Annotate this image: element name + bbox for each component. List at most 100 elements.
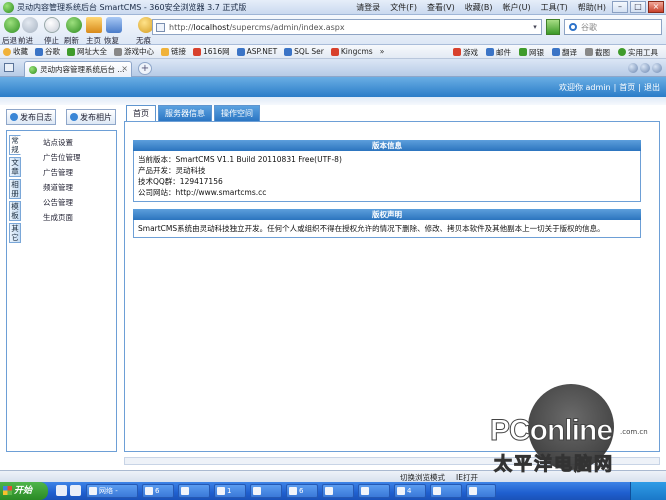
menu-site-settings[interactable]: 站点设置 (43, 135, 81, 150)
task-button-network[interactable]: 网络 - (86, 484, 138, 498)
vtab-articles[interactable]: 文章 (9, 157, 21, 177)
sidebar-toggle-icon[interactable] (4, 63, 14, 72)
menu-favorites[interactable]: 收藏(B) (465, 2, 493, 13)
menu-tools[interactable]: 工具(T) (541, 2, 568, 13)
tool-game[interactable]: 游戏 (453, 47, 478, 58)
address-bar[interactable]: http://localhost/supercms/admin/index.as… (152, 19, 542, 35)
content-tabs: 首页 服务器信息 操作空间 (126, 105, 262, 121)
quick-launch-desktop-icon[interactable] (56, 485, 67, 496)
horizontal-scrollbar[interactable] (124, 457, 660, 465)
fav-links[interactable]: 链接 (161, 46, 186, 57)
menu-channels[interactable]: 频道管理 (43, 180, 81, 195)
tab-menu-icon[interactable] (652, 63, 662, 73)
tab-close-icon[interactable]: × (121, 64, 128, 73)
fav-kingcms[interactable]: Kingcms (330, 47, 373, 56)
menu-help[interactable]: 帮助(H) (578, 2, 606, 13)
admin-header: 欢迎你 admin | 首页 | 退出 (0, 77, 666, 97)
copyright-title: 版权声明 (133, 209, 641, 220)
menu-view[interactable]: 查看(V) (427, 2, 455, 13)
fav-sqlserver[interactable]: SQL Ser (284, 47, 324, 56)
publish-log-button[interactable]: 发布日志 (6, 109, 56, 125)
fav-aspnet[interactable]: ASP.NET (236, 47, 277, 56)
maximize-button[interactable]: □ (630, 1, 646, 13)
tab-server-info[interactable]: 服务器信息 (158, 105, 212, 121)
back-button[interactable] (4, 17, 20, 33)
search-input[interactable]: 谷歌 (581, 22, 597, 33)
google-icon (35, 47, 43, 56)
fav-google[interactable]: 谷歌 (35, 46, 60, 57)
windows-taskbar: 开始 网络 - 6 1 6 4 (0, 482, 666, 500)
system-tray (630, 482, 666, 500)
task-button[interactable] (250, 484, 282, 498)
menu-ads[interactable]: 广告管理 (43, 165, 81, 180)
menu-ad-slots[interactable]: 广告位管理 (43, 150, 81, 165)
tool-utilities[interactable]: 实用工具 (618, 47, 658, 58)
tool-mail[interactable]: 邮件 (486, 47, 511, 58)
login-link[interactable]: 请登录 (356, 2, 380, 13)
tab-prev-icon[interactable] (628, 63, 638, 73)
stop-button[interactable] (44, 17, 60, 33)
home-link[interactable]: 首页 (619, 83, 635, 92)
address-dropdown-icon[interactable]: ▾ (530, 21, 540, 33)
tool-translate[interactable]: 翻译 (552, 47, 577, 58)
menu-account[interactable]: 帐户(U) (502, 2, 530, 13)
vtab-albums[interactable]: 相册 (9, 179, 21, 199)
task-button[interactable] (178, 484, 210, 498)
game-icon (453, 48, 461, 56)
photo-icon (70, 113, 78, 121)
tab-workspace[interactable]: 操作空间 (214, 105, 260, 121)
page-icon (156, 22, 165, 32)
logout-link[interactable]: 退出 (644, 83, 660, 92)
fav-games[interactable]: 游戏中心 (114, 46, 154, 57)
version-row: 当前版本：SmartCMS V1.1 Build 20110831 Free(U… (138, 155, 342, 164)
close-window-button[interactable]: × (648, 1, 664, 13)
fav-more[interactable]: » (380, 47, 385, 56)
version-info-section: 版本信息 当前版本：SmartCMS V1.1 Build 20110831 F… (133, 140, 641, 202)
sites-icon (67, 47, 75, 56)
fav-sites[interactable]: 网址大全 (67, 46, 107, 57)
publish-album-button[interactable]: 发布相片 (66, 109, 116, 125)
task-button[interactable]: 1 (214, 484, 246, 498)
tab-home[interactable]: 首页 (126, 105, 156, 121)
quick-launch-ie-icon[interactable] (70, 485, 81, 496)
refresh-button[interactable] (66, 17, 82, 33)
task-button[interactable] (358, 484, 390, 498)
translate-icon (552, 48, 560, 56)
search-box[interactable]: 谷歌 (564, 19, 662, 35)
task-button[interactable]: 6 (142, 484, 174, 498)
mail-icon (486, 48, 494, 56)
menu-generate-pages[interactable]: 生成页面 (43, 210, 81, 225)
vtab-other[interactable]: 其它 (9, 223, 21, 243)
menu-announcements[interactable]: 公告管理 (43, 195, 81, 210)
log-icon (10, 113, 18, 121)
forward-button[interactable] (22, 17, 38, 33)
copyright-section: 版权声明 SmartCMS系统由灵动科技独立开发。任何个人或组织不得在授权允许的… (133, 209, 641, 238)
task-button[interactable] (322, 484, 354, 498)
browser-tab-active[interactable]: 灵动内容管理系统后台 ... × (24, 61, 132, 77)
go-button[interactable] (546, 19, 560, 35)
tab-next-icon[interactable] (640, 63, 650, 73)
tab-title: 灵动内容管理系统后台 ... (40, 65, 125, 74)
quick-launch (56, 485, 81, 496)
vtab-general[interactable]: 常规 (9, 135, 21, 155)
website-row: 公司网站：http://www.smartcms.cc (138, 188, 267, 197)
new-tab-button[interactable]: + (138, 62, 152, 75)
games-icon (114, 47, 122, 56)
home-button[interactable] (86, 17, 102, 33)
minimize-button[interactable]: – (612, 1, 628, 13)
fav-collect[interactable]: 收藏 (3, 46, 28, 57)
vtab-templates[interactable]: 模板 (9, 201, 21, 221)
menu-file[interactable]: 文件(F) (390, 2, 417, 13)
fav-1616[interactable]: 1616网 (193, 46, 230, 57)
task-button[interactable] (430, 484, 462, 498)
restore-button[interactable] (106, 17, 122, 33)
browser-app-icon (3, 1, 14, 13)
start-button[interactable]: 开始 (0, 482, 48, 500)
browser-status-bar: 切换浏览模式 IE打开 (0, 470, 666, 482)
task-button[interactable]: 4 (394, 484, 426, 498)
tool-screenshot[interactable]: 截图 (585, 47, 610, 58)
tool-bank[interactable]: 网银 (519, 47, 544, 58)
address-url[interactable]: http://localhost/supercms/admin/index.as… (169, 23, 345, 32)
task-button[interactable] (466, 484, 496, 498)
task-button[interactable]: 6 (286, 484, 318, 498)
